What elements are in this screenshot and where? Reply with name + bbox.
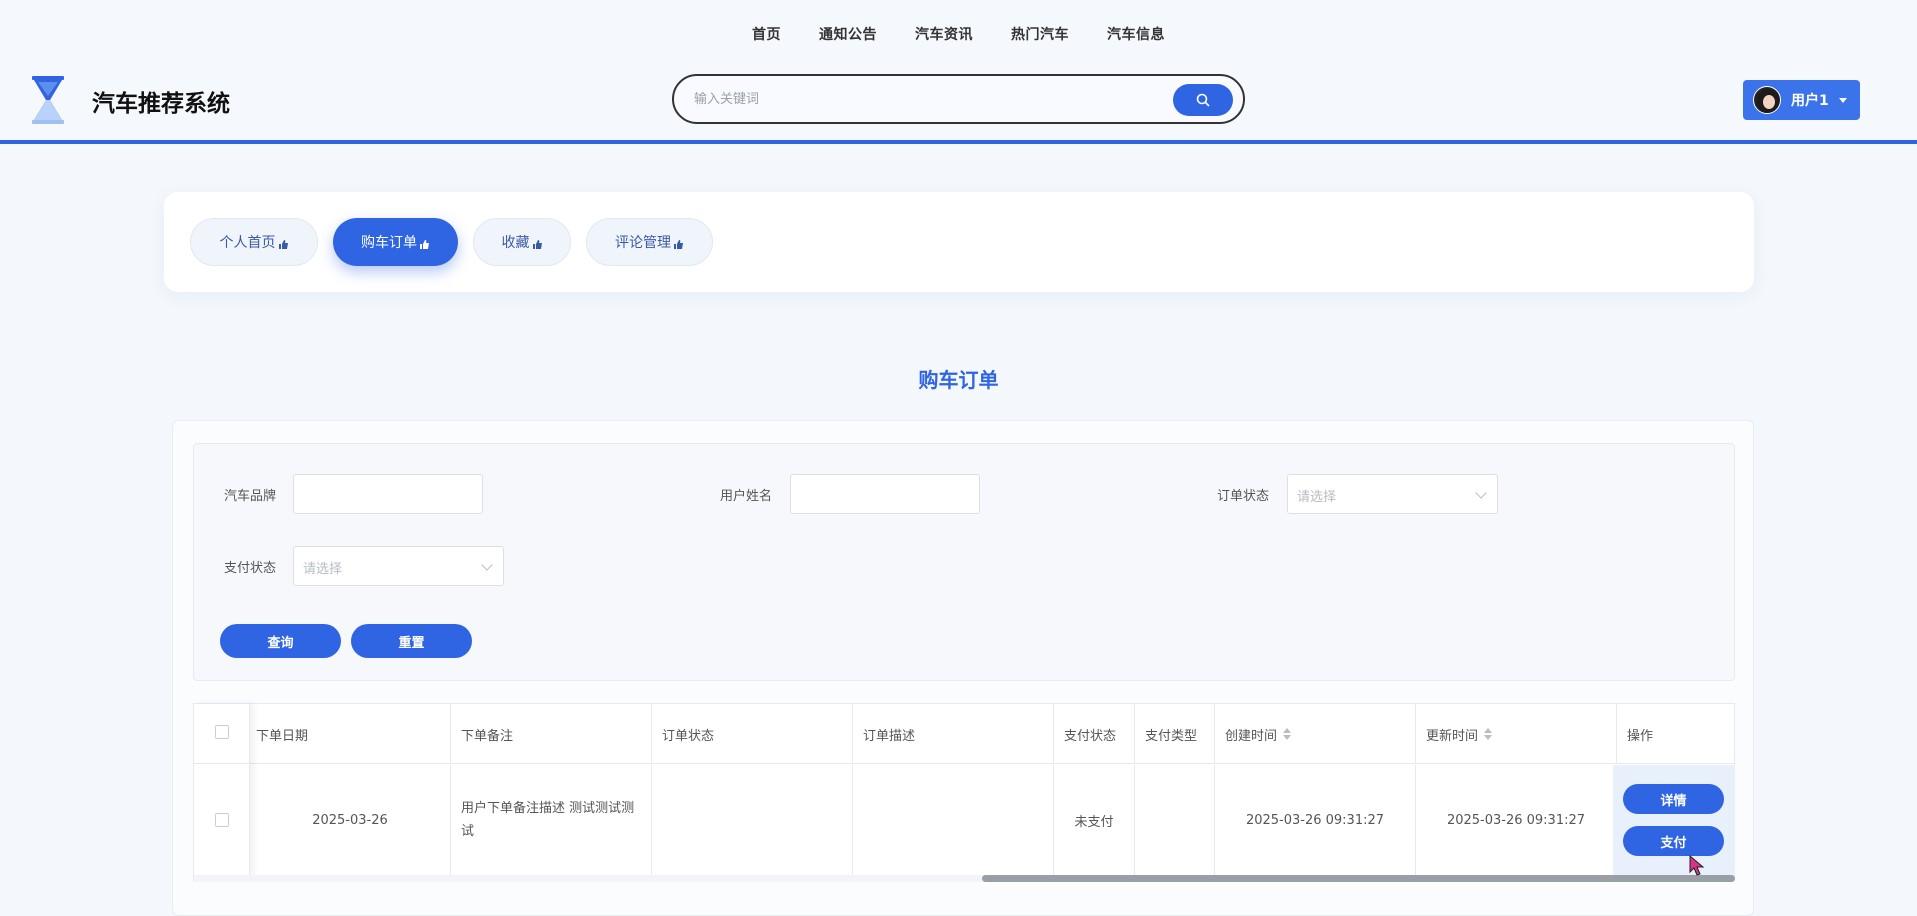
page-title: 购车订单 bbox=[918, 368, 999, 392]
nav-item-hot-cars[interactable]: 热门汽车 bbox=[992, 24, 1088, 44]
thumbs-up-icon bbox=[532, 239, 542, 249]
col-pay-status: 支付状态 bbox=[1054, 704, 1135, 764]
sort-icon[interactable] bbox=[1283, 728, 1292, 740]
thumbs-up-icon bbox=[278, 239, 288, 249]
pay-status-select[interactable]: 请选择 bbox=[293, 546, 504, 586]
tab-comment-management[interactable]: 评论管理 bbox=[586, 218, 713, 266]
cell-pay-status: 未支付 bbox=[1054, 765, 1135, 875]
col-actions: 操作 bbox=[1627, 728, 1654, 744]
user-menu-button[interactable]: 用户1 bbox=[1743, 80, 1860, 120]
sort-icon[interactable] bbox=[1484, 728, 1493, 740]
search-input[interactable] bbox=[694, 88, 1144, 110]
brand-label: 汽车品牌 bbox=[224, 489, 277, 504]
tab-label: 个人首页 bbox=[219, 235, 276, 251]
filter-form: 汽车品牌 用户姓名 订单状态 请选择 支付状态 请选择 查询 重置 bbox=[193, 443, 1735, 681]
col-updated-label: 更新时间 bbox=[1426, 728, 1479, 744]
col-pay-type: 支付类型 bbox=[1135, 704, 1215, 764]
col-order-date: 下单日期 bbox=[250, 704, 451, 764]
nav-item-car-info[interactable]: 汽车信息 bbox=[1088, 24, 1184, 44]
orders-panel: 汽车品牌 用户姓名 订单状态 请选择 支付状态 请选择 查询 重置 下单日期 下… bbox=[172, 420, 1754, 916]
horizontal-scrollbar-thumb[interactable] bbox=[982, 875, 1735, 882]
tab-car-orders[interactable]: 购车订单 bbox=[333, 218, 458, 266]
profile-tabs: 个人首页 购车订单 收藏 评论管理 bbox=[164, 192, 1754, 292]
mouse-cursor-icon bbox=[1689, 855, 1705, 876]
tab-personal-home[interactable]: 个人首页 bbox=[190, 218, 318, 266]
thumbs-up-icon bbox=[674, 239, 683, 249]
col-updated-time[interactable]: 更新时间 bbox=[1416, 704, 1617, 764]
cell-order-date: 2025-03-26 bbox=[250, 765, 451, 875]
chevron-down-icon bbox=[1475, 487, 1487, 499]
nav-item-notices[interactable]: 通知公告 bbox=[800, 24, 896, 44]
table-header: 下单日期 下单备注 订单状态 订单描述 支付状态 支付类型 创建时间 更新时间 … bbox=[194, 704, 1734, 764]
user-name: 用户1 bbox=[1791, 93, 1829, 109]
query-button[interactable]: 查询 bbox=[220, 624, 341, 658]
site-title: 汽车推荐系统 bbox=[92, 91, 230, 117]
tab-label: 评论管理 bbox=[615, 235, 671, 251]
search-button[interactable] bbox=[1173, 84, 1233, 116]
header: 首页 通知公告 汽车资讯 热门汽车 汽车信息 汽车推荐系统 用户1 bbox=[0, 0, 1917, 144]
cell-updated-time: 2025-03-26 09:31:27 bbox=[1416, 765, 1617, 875]
order-status-label: 订单状态 bbox=[1217, 489, 1270, 504]
search-icon bbox=[1196, 93, 1210, 107]
tab-favorites[interactable]: 收藏 bbox=[473, 218, 571, 266]
cell-order-note: 用户下单备注描述 测试测试测试 bbox=[451, 765, 652, 875]
cell-order-status bbox=[652, 765, 853, 875]
chevron-down-icon bbox=[481, 559, 493, 571]
detail-button[interactable]: 详情 bbox=[1623, 784, 1724, 814]
logo-icon bbox=[28, 74, 68, 126]
col-created-label: 创建时间 bbox=[1225, 728, 1278, 744]
col-order-status: 订单状态 bbox=[652, 704, 853, 764]
cell-created-time: 2025-03-26 09:31:27 bbox=[1215, 765, 1416, 875]
tab-label: 购车订单 bbox=[361, 235, 417, 251]
top-nav: 首页 通知公告 汽车资讯 热门汽车 汽车信息 bbox=[0, 24, 1917, 44]
username-label: 用户姓名 bbox=[720, 489, 773, 504]
order-status-select[interactable]: 请选择 bbox=[1287, 474, 1498, 514]
cell-order-desc bbox=[853, 765, 1054, 875]
reset-button[interactable]: 重置 bbox=[351, 624, 472, 658]
thumbs-up-icon bbox=[420, 239, 429, 249]
order-status-placeholder: 请选择 bbox=[1297, 490, 1337, 505]
pay-status-placeholder: 请选择 bbox=[303, 562, 343, 577]
orders-table: 下单日期 下单备注 订单状态 订单描述 支付状态 支付类型 创建时间 更新时间 … bbox=[193, 703, 1735, 882]
col-created-time[interactable]: 创建时间 bbox=[1215, 704, 1416, 764]
pay-status-label: 支付状态 bbox=[224, 561, 277, 576]
avatar bbox=[1753, 86, 1781, 114]
col-order-desc: 订单描述 bbox=[853, 704, 1054, 764]
fixed-column-shadow bbox=[194, 704, 250, 875]
username-input[interactable] bbox=[790, 474, 980, 514]
nav-item-car-news[interactable]: 汽车资讯 bbox=[896, 24, 992, 44]
cell-actions: 详情 支付 bbox=[1613, 765, 1735, 875]
col-order-note: 下单备注 bbox=[451, 704, 652, 764]
nav-item-home[interactable]: 首页 bbox=[733, 24, 800, 44]
caret-down-icon bbox=[1838, 97, 1847, 103]
brand-input[interactable] bbox=[293, 474, 483, 514]
pay-button[interactable]: 支付 bbox=[1623, 826, 1724, 856]
cell-pay-type bbox=[1135, 765, 1215, 875]
tab-label: 收藏 bbox=[501, 235, 530, 251]
search-bar bbox=[672, 74, 1245, 124]
